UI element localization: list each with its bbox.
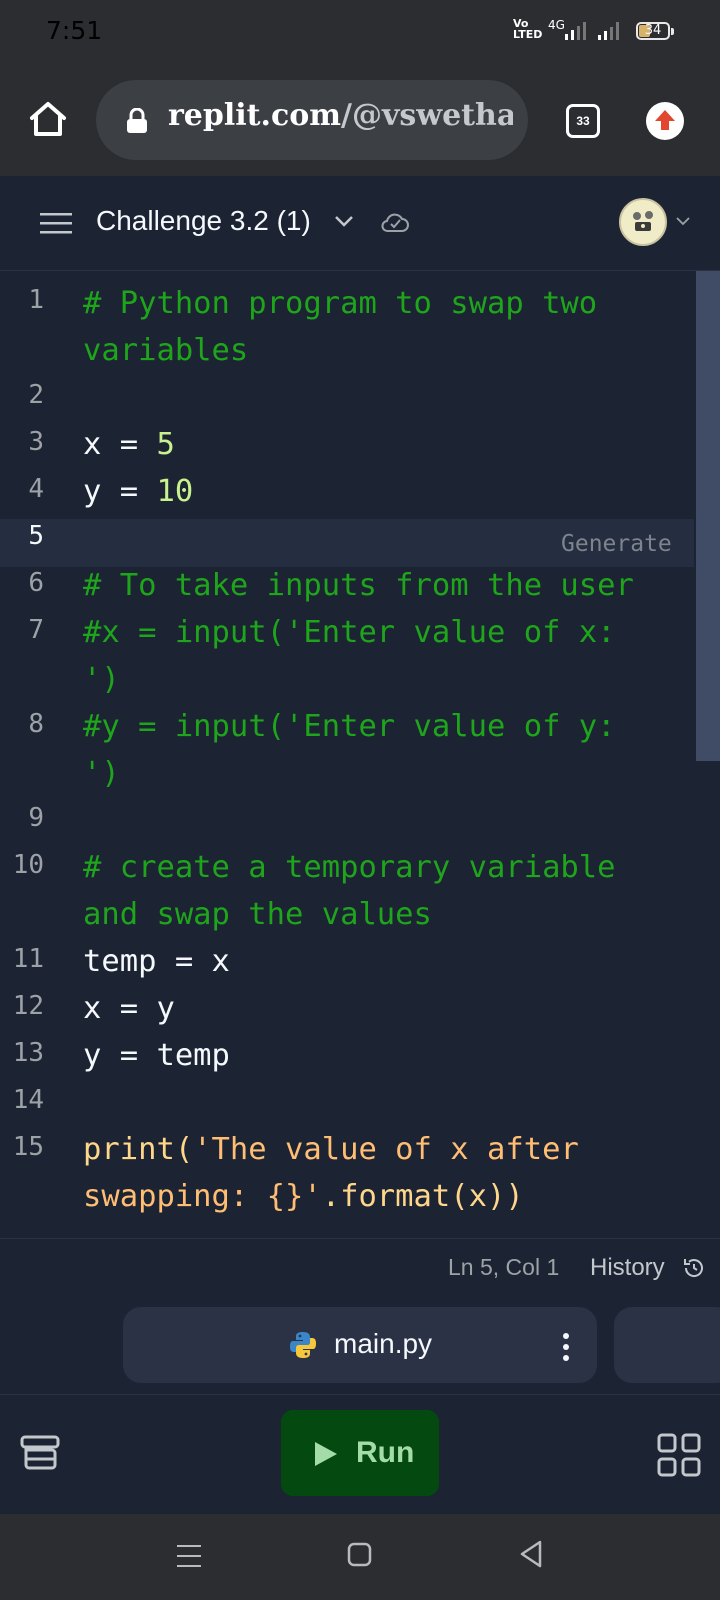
upload-arrow-icon: [655, 110, 675, 130]
line-number: 1: [28, 285, 44, 315]
code-line: y = 10: [83, 468, 683, 516]
code-line: # Python program to swap two: [83, 286, 598, 321]
code-token: =: [101, 427, 157, 462]
home-icon[interactable]: [28, 100, 68, 138]
run-button-label: Run: [356, 1436, 415, 1469]
url-domain: replit.com: [168, 98, 341, 133]
line-number: 4: [28, 474, 44, 504]
line-number: 12: [12, 991, 44, 1021]
code-line-wrap: and swap the values: [83, 897, 432, 932]
file-name[interactable]: main.py: [334, 1328, 432, 1360]
code-line: y = temp: [83, 1038, 230, 1073]
code-line: # To take inputs from the user: [83, 568, 634, 603]
signal-icon: [565, 22, 586, 40]
nav-home-icon[interactable]: [347, 1541, 373, 1569]
line-number: 15: [12, 1132, 44, 1162]
file-tab-partial[interactable]: [614, 1307, 720, 1383]
cloud-check-icon[interactable]: [380, 210, 410, 234]
line-number: 9: [28, 803, 44, 833]
line-number: 2: [28, 380, 44, 410]
line-number: 14: [12, 1085, 44, 1115]
line-number: 13: [12, 1038, 44, 1068]
tools-grid-icon[interactable]: [657, 1433, 701, 1477]
code-line: print('The value of x after: [83, 1126, 683, 1174]
code-token: print(: [83, 1132, 194, 1167]
code-token: y: [83, 474, 102, 509]
volte-indicator: Vo LTED: [513, 18, 542, 40]
code-line-wrap: variables: [83, 333, 249, 368]
line-number: 11: [12, 944, 44, 974]
code-line: #y = input('Enter value of y:: [83, 709, 616, 744]
code-token: 5: [156, 427, 175, 462]
workspace-layout-icon[interactable]: [20, 1435, 60, 1475]
recent-apps-icon[interactable]: [176, 1543, 202, 1569]
code-line: temp = x: [83, 944, 230, 979]
code-token: x: [83, 427, 102, 462]
play-icon: [315, 1442, 337, 1466]
signal-icon-2: [598, 22, 619, 40]
tab-switcher-button[interactable]: 33: [566, 104, 600, 138]
code-line-wrap: '): [83, 662, 120, 697]
editor-scrollbar[interactable]: [696, 271, 720, 761]
line-number: 10: [12, 850, 44, 880]
code-line: #x = input('Enter value of x:: [83, 615, 616, 650]
avatar-image: [633, 211, 653, 231]
code-token: 10: [156, 474, 194, 509]
update-button[interactable]: [646, 102, 684, 140]
history-button[interactable]: History: [590, 1254, 665, 1282]
lock-icon: [127, 108, 147, 133]
code-token: swapping: {}': [83, 1179, 322, 1214]
repl-title[interactable]: Challenge 3.2 (1): [96, 205, 311, 237]
cursor-position: Ln 5, Col 1: [448, 1254, 560, 1280]
line-number: 6: [28, 568, 44, 598]
back-icon[interactable]: [518, 1539, 544, 1569]
chevron-down-icon[interactable]: [676, 216, 690, 226]
code-token: .format(x)): [321, 1179, 524, 1214]
hamburger-menu-icon[interactable]: [40, 212, 72, 234]
url-path: /@vswethacs: [340, 98, 513, 133]
battery-icon: 34: [636, 22, 670, 40]
chevron-down-icon[interactable]: [334, 214, 354, 228]
python-icon: [290, 1332, 316, 1358]
url-text[interactable]: replit.com/@vswethacs: [168, 98, 513, 133]
volte-bottom: LTED: [513, 28, 543, 41]
code-token: =: [101, 474, 157, 509]
line-number: 3: [28, 427, 44, 457]
code-line: # create a temporary variable: [83, 850, 616, 885]
code-token: 'The value of x after: [193, 1132, 579, 1167]
kebab-menu-icon[interactable]: [562, 1332, 570, 1362]
code-line: x = 5: [83, 421, 683, 469]
history-icon[interactable]: [682, 1256, 706, 1280]
code-line-wrap: '): [83, 756, 120, 791]
status-time: 7:51: [46, 16, 103, 45]
battery-tip: [671, 28, 674, 35]
battery-level: 34: [644, 23, 662, 38]
code-line-wrap: swapping: {}'.format(x)): [83, 1173, 683, 1221]
generate-hint[interactable]: Generate: [561, 531, 672, 557]
line-number: 7: [28, 615, 44, 645]
code-line: x = y: [83, 991, 175, 1026]
line-number-active: 5: [28, 521, 44, 551]
line-number: 8: [28, 709, 44, 739]
avatar[interactable]: [619, 198, 667, 246]
